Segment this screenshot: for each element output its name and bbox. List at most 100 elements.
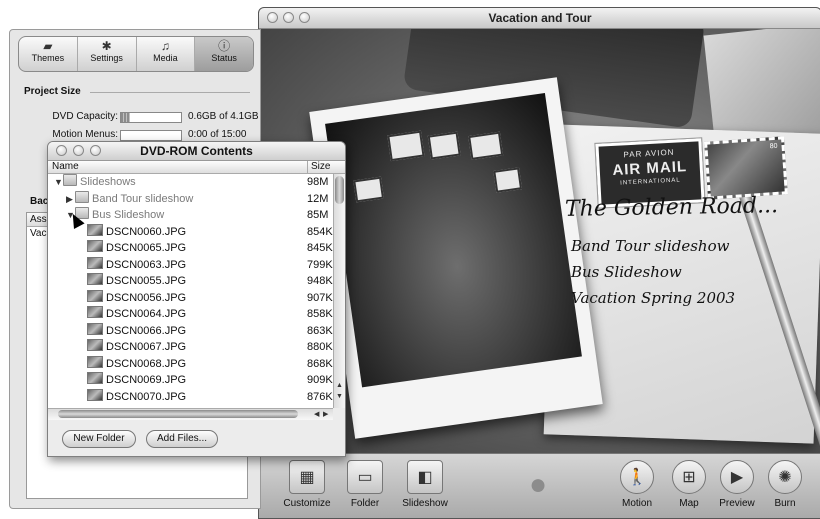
folder-button[interactable]: ▭ Folder xyxy=(335,460,395,509)
image-file-icon xyxy=(87,223,103,236)
file-row[interactable]: DSCN0063.JPG 799K xyxy=(48,256,333,274)
divider xyxy=(90,92,250,93)
dvd-capacity-meter xyxy=(120,112,182,123)
add-files-button[interactable]: Add Files... xyxy=(146,430,218,448)
file-row[interactable]: ▼ Slideshows 98M xyxy=(48,174,333,191)
file-row[interactable]: DSCN0064.JPG 858K xyxy=(48,306,333,323)
background-label: Bac xyxy=(30,196,49,207)
file-row[interactable]: DSCN0066.JPG 863K xyxy=(48,322,333,340)
file-row[interactable]: DSCN0065.JPG 845K xyxy=(48,240,333,257)
file-name: DSCN0070.JPG xyxy=(106,390,187,403)
motion-menus-row: Motion Menus: 0:00 of 15:00 xyxy=(24,129,254,141)
column-header: Name Size xyxy=(48,161,345,174)
file-name: Band Tour slideshow xyxy=(92,192,194,205)
scroll-up-arrow-icon[interactable]: ▲ xyxy=(336,382,343,389)
tab-media-label: Media xyxy=(153,53,178,63)
stamp-graphic: 80 xyxy=(704,136,788,200)
customize-button[interactable]: ▦ Customize xyxy=(277,460,337,509)
customize-label: Customize xyxy=(283,498,331,509)
burn-button[interactable]: ✺ Burn xyxy=(755,460,815,509)
slideshow-icon: ◧ xyxy=(407,460,443,494)
scroll-thumb[interactable] xyxy=(58,410,298,418)
image-file-icon xyxy=(87,306,103,318)
file-name: DSCN0066.JPG xyxy=(106,324,187,337)
file-size: 858K xyxy=(307,308,333,320)
file-name-cell: DSCN0064.JPG xyxy=(78,306,186,322)
file-name-cell: ▼ Slideshows xyxy=(54,174,136,190)
main-titlebar[interactable]: Vacation and Tour xyxy=(259,8,820,29)
file-size: 799K xyxy=(307,258,333,271)
customize-icon: ▦ xyxy=(289,460,325,494)
photo-drop-zone[interactable] xyxy=(309,77,603,439)
file-name-cell: DSCN0067.JPG xyxy=(78,339,186,355)
image-file-icon xyxy=(87,372,103,384)
dvd-capacity-value: 0.6GB of 4.1GB xyxy=(188,111,259,122)
menu-button-bus[interactable]: Bus Slideshow xyxy=(571,263,682,281)
file-name-cell: DSCN0060.JPG xyxy=(78,223,187,240)
file-row[interactable]: DSCN0067.JPG 880K xyxy=(48,339,333,356)
file-row[interactable]: DSCN0069.JPG 909K xyxy=(48,372,333,389)
menu-button-band-tour[interactable]: Band Tour slideshow xyxy=(571,237,729,255)
motion-menus-meter xyxy=(120,130,182,141)
file-size: 854K xyxy=(307,225,333,238)
file-name-cell: DSCN0068.JPG xyxy=(78,355,186,372)
file-list[interactable]: ▼ Slideshows 98M ▶ Band Tour slideshow 12M ▼ Bu… xyxy=(48,174,333,408)
dvd-window-title: DVD-ROM Contents xyxy=(140,144,253,158)
dvd-rom-window: DVD-ROM Contents Name Size ▼ Slideshows 98… xyxy=(47,141,346,457)
horizontal-scrollbar[interactable]: ◀ ▶ xyxy=(48,408,333,420)
vertical-scrollbar[interactable]: ▲ ▼ xyxy=(333,174,345,408)
file-row[interactable]: DSCN0068.JPG 868K xyxy=(48,355,333,373)
tab-media[interactable]: ♫ Media xyxy=(137,37,196,71)
menu-title[interactable]: The Golden Road... xyxy=(565,193,778,222)
column-name[interactable]: Name xyxy=(52,161,79,172)
file-row[interactable]: ▼ Bus Slideshow 85M xyxy=(48,207,333,224)
wall-frame xyxy=(493,167,523,193)
media-icon: ♫ xyxy=(160,39,170,53)
image-file-icon xyxy=(87,388,103,401)
file-name: DSCN0055.JPG xyxy=(106,275,187,287)
tab-themes[interactable]: ▰ Themes xyxy=(19,37,78,71)
dvd-titlebar[interactable]: DVD-ROM Contents xyxy=(48,142,345,161)
wall-frame xyxy=(387,130,425,162)
file-row[interactable]: DSCN0056.JPG 907K xyxy=(48,289,333,307)
band-photo xyxy=(325,93,582,388)
disclosure-closed-icon[interactable]: ▶ xyxy=(66,191,75,207)
file-name-cell: DSCN0069.JPG xyxy=(78,372,186,388)
scroll-down-arrow-icon[interactable]: ▼ xyxy=(336,393,343,400)
file-row[interactable]: DSCN0060.JPG 854K xyxy=(48,223,333,241)
file-name: DSCN0060.JPG xyxy=(106,225,187,238)
file-size: 85M xyxy=(307,209,329,221)
file-size: 907K xyxy=(307,291,333,304)
themes-icon: ▰ xyxy=(43,39,53,53)
map-graphic xyxy=(703,29,820,145)
folder-label: Folder xyxy=(350,498,380,509)
menu-button-vacation[interactable]: Vacation Spring 2003 xyxy=(571,289,735,307)
wall-frame xyxy=(353,176,385,203)
slideshow-button[interactable]: ◧ Slideshow xyxy=(395,460,455,509)
wall-frame xyxy=(427,131,461,160)
burn-icon: ✺ xyxy=(768,460,802,494)
dvd-capacity-fill xyxy=(121,113,130,122)
folder-icon xyxy=(75,190,89,203)
file-size: 98M xyxy=(307,176,329,188)
scroll-thumb[interactable] xyxy=(335,176,344,204)
motion-label: Motion xyxy=(621,498,652,509)
disclosure-open-icon[interactable]: ▼ xyxy=(54,174,63,190)
file-row[interactable]: ▶ Band Tour slideshow 12M xyxy=(48,190,333,208)
scroll-left-arrow-icon[interactable]: ◀ xyxy=(314,410,319,418)
tab-status-label: Status xyxy=(211,53,237,63)
new-folder-button[interactable]: New Folder xyxy=(62,430,136,448)
scroll-right-arrow-icon[interactable]: ▶ xyxy=(323,410,328,418)
burn-label: Burn xyxy=(774,498,796,509)
file-size: 909K xyxy=(307,374,333,386)
tab-status[interactable]: ⓘ Status xyxy=(195,37,253,71)
file-row[interactable]: DSCN0070.JPG 876K xyxy=(48,388,333,406)
file-name-cell: DSCN0066.JPG xyxy=(78,322,187,339)
motion-icon: 🚶 xyxy=(620,460,654,494)
motion-menus-label: Motion Menus: xyxy=(52,129,118,140)
project-size-heading: Project Size xyxy=(24,86,81,97)
column-size[interactable]: Size xyxy=(307,161,330,173)
tab-settings[interactable]: ✱ Settings xyxy=(78,37,137,71)
motion-button[interactable]: 🚶 Motion xyxy=(607,460,667,509)
file-row[interactable]: DSCN0055.JPG 948K xyxy=(48,273,333,290)
